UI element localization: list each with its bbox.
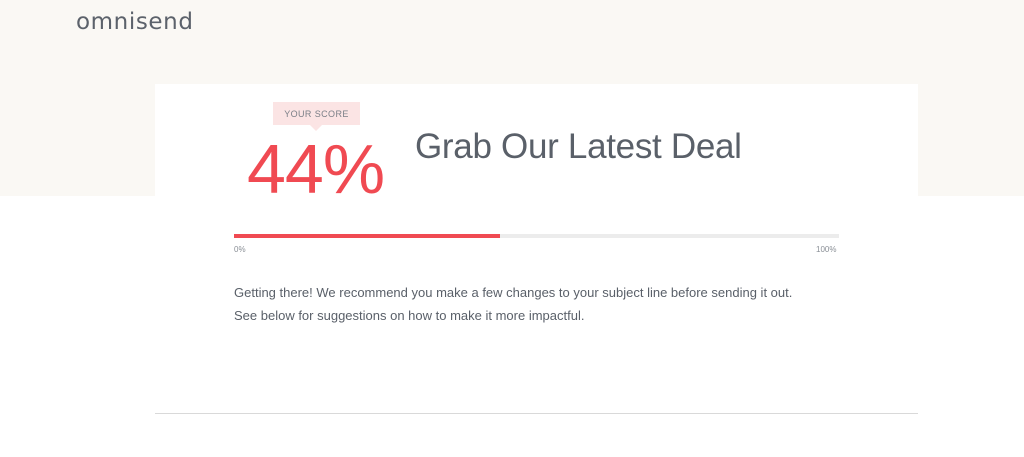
progress-max-label: 100% bbox=[816, 245, 837, 254]
your-score-badge: YOUR SCORE bbox=[273, 102, 360, 131]
section-divider bbox=[155, 413, 918, 414]
feedback-line-1: Getting there! We recommend you make a f… bbox=[234, 285, 793, 300]
feedback-line-2: See below for suggestions on how to make… bbox=[234, 308, 585, 323]
subject-line-text: Grab Our Latest Deal bbox=[415, 127, 742, 166]
score-feedback: Getting there! We recommend you make a f… bbox=[234, 281, 874, 327]
score-progress-bar bbox=[234, 234, 839, 238]
score-progress-fill bbox=[234, 234, 501, 238]
score-card: YOUR SCORE 44% Grab Our Latest Deal 0% 1… bbox=[155, 84, 918, 414]
score-value: 44% bbox=[247, 130, 385, 208]
progress-min-label: 0% bbox=[234, 245, 246, 254]
omnisend-logo[interactable]: omnisend bbox=[76, 9, 194, 35]
